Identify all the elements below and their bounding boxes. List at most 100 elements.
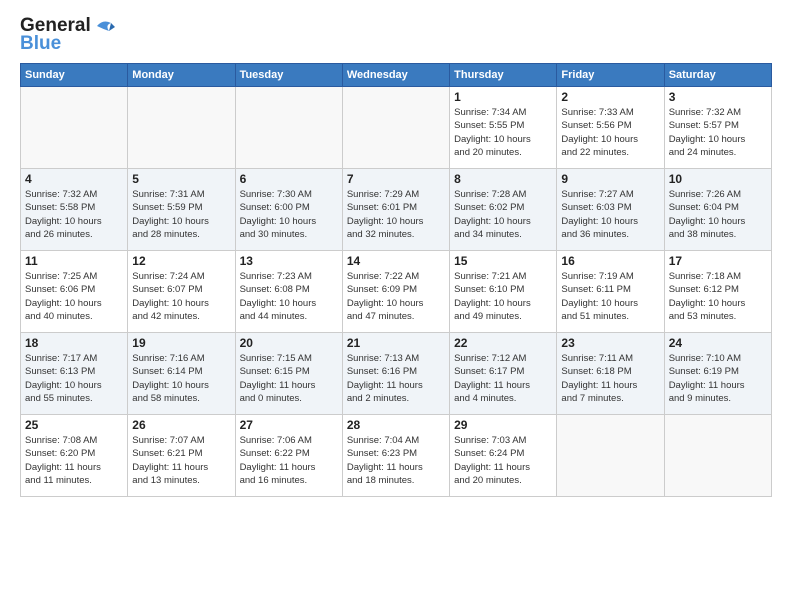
- day-number: 7: [347, 172, 445, 186]
- day-info: Sunrise: 7:15 AMSunset: 6:15 PMDaylight:…: [240, 352, 338, 405]
- col-header-friday: Friday: [557, 64, 664, 87]
- day-info: Sunrise: 7:28 AMSunset: 6:02 PMDaylight:…: [454, 188, 552, 241]
- calendar-cell: 25 Sunrise: 7:08 AMSunset: 6:20 PMDayligh…: [21, 415, 128, 497]
- calendar-week-2: 4 Sunrise: 7:32 AMSunset: 5:58 PMDaylight…: [21, 169, 772, 251]
- logo-blue: Blue: [20, 33, 61, 55]
- day-info: Sunrise: 7:10 AMSunset: 6:19 PMDaylight:…: [669, 352, 767, 405]
- page-container: General Blue SundayMondayTuesdayWednesda…: [0, 0, 792, 507]
- col-header-sunday: Sunday: [21, 64, 128, 87]
- day-number: 21: [347, 336, 445, 350]
- col-header-thursday: Thursday: [450, 64, 557, 87]
- calendar-cell: 1 Sunrise: 7:34 AMSunset: 5:55 PMDaylight…: [450, 87, 557, 169]
- calendar-cell: 3 Sunrise: 7:32 AMSunset: 5:57 PMDaylight…: [664, 87, 771, 169]
- day-number: 26: [132, 418, 230, 432]
- day-number: 29: [454, 418, 552, 432]
- day-info: Sunrise: 7:31 AMSunset: 5:59 PMDaylight:…: [132, 188, 230, 241]
- calendar-cell: 28 Sunrise: 7:04 AMSunset: 6:23 PMDayligh…: [342, 415, 449, 497]
- calendar-cell: 13 Sunrise: 7:23 AMSunset: 6:08 PMDayligh…: [235, 251, 342, 333]
- calendar-cell: 27 Sunrise: 7:06 AMSunset: 6:22 PMDayligh…: [235, 415, 342, 497]
- calendar-cell: 22 Sunrise: 7:12 AMSunset: 6:17 PMDayligh…: [450, 333, 557, 415]
- day-number: 2: [561, 90, 659, 104]
- calendar-week-1: 1 Sunrise: 7:34 AMSunset: 5:55 PMDaylight…: [21, 87, 772, 169]
- day-info: Sunrise: 7:32 AMSunset: 5:57 PMDaylight:…: [669, 106, 767, 159]
- calendar-cell: 11 Sunrise: 7:25 AMSunset: 6:06 PMDayligh…: [21, 251, 128, 333]
- calendar-cell: 12 Sunrise: 7:24 AMSunset: 6:07 PMDayligh…: [128, 251, 235, 333]
- day-info: Sunrise: 7:29 AMSunset: 6:01 PMDaylight:…: [347, 188, 445, 241]
- day-number: 13: [240, 254, 338, 268]
- day-number: 3: [669, 90, 767, 104]
- calendar-cell: 16Sunrise: 7:19 AMSunset: 6:11 PMDayligh…: [557, 251, 664, 333]
- calendar-cell: [128, 87, 235, 169]
- day-info: Sunrise: 7:25 AMSunset: 6:06 PMDaylight:…: [25, 270, 123, 323]
- day-info: Sunrise: 7:16 AMSunset: 6:14 PMDaylight:…: [132, 352, 230, 405]
- calendar-cell: 8 Sunrise: 7:28 AMSunset: 6:02 PMDaylight…: [450, 169, 557, 251]
- day-number: 8: [454, 172, 552, 186]
- day-number: 28: [347, 418, 445, 432]
- day-number: 22: [454, 336, 552, 350]
- day-number: 14: [347, 254, 445, 268]
- day-number: 24: [669, 336, 767, 350]
- calendar-cell: 10 Sunrise: 7:26 AMSunset: 6:04 PMDayligh…: [664, 169, 771, 251]
- col-header-tuesday: Tuesday: [235, 64, 342, 87]
- calendar-cell: 9Sunrise: 7:27 AMSunset: 6:03 PMDaylight…: [557, 169, 664, 251]
- day-info: Sunrise: 7:23 AMSunset: 6:08 PMDaylight:…: [240, 270, 338, 323]
- day-number: 10: [669, 172, 767, 186]
- calendar-cell: 18Sunrise: 7:17 AMSunset: 6:13 PMDayligh…: [21, 333, 128, 415]
- day-number: 27: [240, 418, 338, 432]
- day-number: 11: [25, 254, 123, 268]
- day-number: 17: [669, 254, 767, 268]
- day-number: 25: [25, 418, 123, 432]
- calendar-cell: 14Sunrise: 7:22 AMSunset: 6:09 PMDayligh…: [342, 251, 449, 333]
- calendar-cell: 20Sunrise: 7:15 AMSunset: 6:15 PMDayligh…: [235, 333, 342, 415]
- calendar-cell: 17 Sunrise: 7:18 AMSunset: 6:12 PMDayligh…: [664, 251, 771, 333]
- logo-bird-icon: [91, 15, 119, 37]
- day-number: 5: [132, 172, 230, 186]
- day-number: 1: [454, 90, 552, 104]
- calendar-cell: 15 Sunrise: 7:21 AMSunset: 6:10 PMDayligh…: [450, 251, 557, 333]
- calendar-cell: 4 Sunrise: 7:32 AMSunset: 5:58 PMDaylight…: [21, 169, 128, 251]
- day-info: Sunrise: 7:21 AMSunset: 6:10 PMDaylight:…: [454, 270, 552, 323]
- calendar-table: SundayMondayTuesdayWednesdayThursdayFrid…: [20, 63, 772, 497]
- day-info: Sunrise: 7:34 AMSunset: 5:55 PMDaylight:…: [454, 106, 552, 159]
- day-info: Sunrise: 7:32 AMSunset: 5:58 PMDaylight:…: [25, 188, 123, 241]
- calendar-cell: 21 Sunrise: 7:13 AMSunset: 6:16 PMDayligh…: [342, 333, 449, 415]
- calendar-header-row: SundayMondayTuesdayWednesdayThursdayFrid…: [21, 64, 772, 87]
- day-info: Sunrise: 7:06 AMSunset: 6:22 PMDaylight:…: [240, 434, 338, 487]
- day-info: Sunrise: 7:26 AMSunset: 6:04 PMDaylight:…: [669, 188, 767, 241]
- calendar-cell: 6Sunrise: 7:30 AMSunset: 6:00 PMDaylight…: [235, 169, 342, 251]
- day-number: 4: [25, 172, 123, 186]
- day-info: Sunrise: 7:04 AMSunset: 6:23 PMDaylight:…: [347, 434, 445, 487]
- header: General Blue: [20, 15, 772, 55]
- day-info: Sunrise: 7:12 AMSunset: 6:17 PMDaylight:…: [454, 352, 552, 405]
- day-number: 9: [561, 172, 659, 186]
- day-info: Sunrise: 7:11 AMSunset: 6:18 PMDaylight:…: [561, 352, 659, 405]
- calendar-cell: [235, 87, 342, 169]
- day-number: 19: [132, 336, 230, 350]
- day-info: Sunrise: 7:33 AMSunset: 5:56 PMDaylight:…: [561, 106, 659, 159]
- day-number: 15: [454, 254, 552, 268]
- day-info: Sunrise: 7:24 AMSunset: 6:07 PMDaylight:…: [132, 270, 230, 323]
- calendar-week-4: 18Sunrise: 7:17 AMSunset: 6:13 PMDayligh…: [21, 333, 772, 415]
- day-number: 12: [132, 254, 230, 268]
- calendar-week-3: 11 Sunrise: 7:25 AMSunset: 6:06 PMDayligh…: [21, 251, 772, 333]
- calendar-cell: [21, 87, 128, 169]
- calendar-cell: 23Sunrise: 7:11 AMSunset: 6:18 PMDayligh…: [557, 333, 664, 415]
- calendar-cell: 29 Sunrise: 7:03 AMSunset: 6:24 PMDayligh…: [450, 415, 557, 497]
- day-info: Sunrise: 7:07 AMSunset: 6:21 PMDaylight:…: [132, 434, 230, 487]
- calendar-cell: [664, 415, 771, 497]
- col-header-wednesday: Wednesday: [342, 64, 449, 87]
- col-header-saturday: Saturday: [664, 64, 771, 87]
- day-info: Sunrise: 7:19 AMSunset: 6:11 PMDaylight:…: [561, 270, 659, 323]
- day-info: Sunrise: 7:13 AMSunset: 6:16 PMDaylight:…: [347, 352, 445, 405]
- day-info: Sunrise: 7:08 AMSunset: 6:20 PMDaylight:…: [25, 434, 123, 487]
- day-number: 18: [25, 336, 123, 350]
- calendar-cell: 24 Sunrise: 7:10 AMSunset: 6:19 PMDayligh…: [664, 333, 771, 415]
- calendar-cell: 2 Sunrise: 7:33 AMSunset: 5:56 PMDaylight…: [557, 87, 664, 169]
- day-info: Sunrise: 7:30 AMSunset: 6:00 PMDaylight:…: [240, 188, 338, 241]
- calendar-cell: [557, 415, 664, 497]
- col-header-monday: Monday: [128, 64, 235, 87]
- day-info: Sunrise: 7:03 AMSunset: 6:24 PMDaylight:…: [454, 434, 552, 487]
- calendar-cell: 19 Sunrise: 7:16 AMSunset: 6:14 PMDayligh…: [128, 333, 235, 415]
- calendar-week-5: 25 Sunrise: 7:08 AMSunset: 6:20 PMDayligh…: [21, 415, 772, 497]
- day-info: Sunrise: 7:18 AMSunset: 6:12 PMDaylight:…: [669, 270, 767, 323]
